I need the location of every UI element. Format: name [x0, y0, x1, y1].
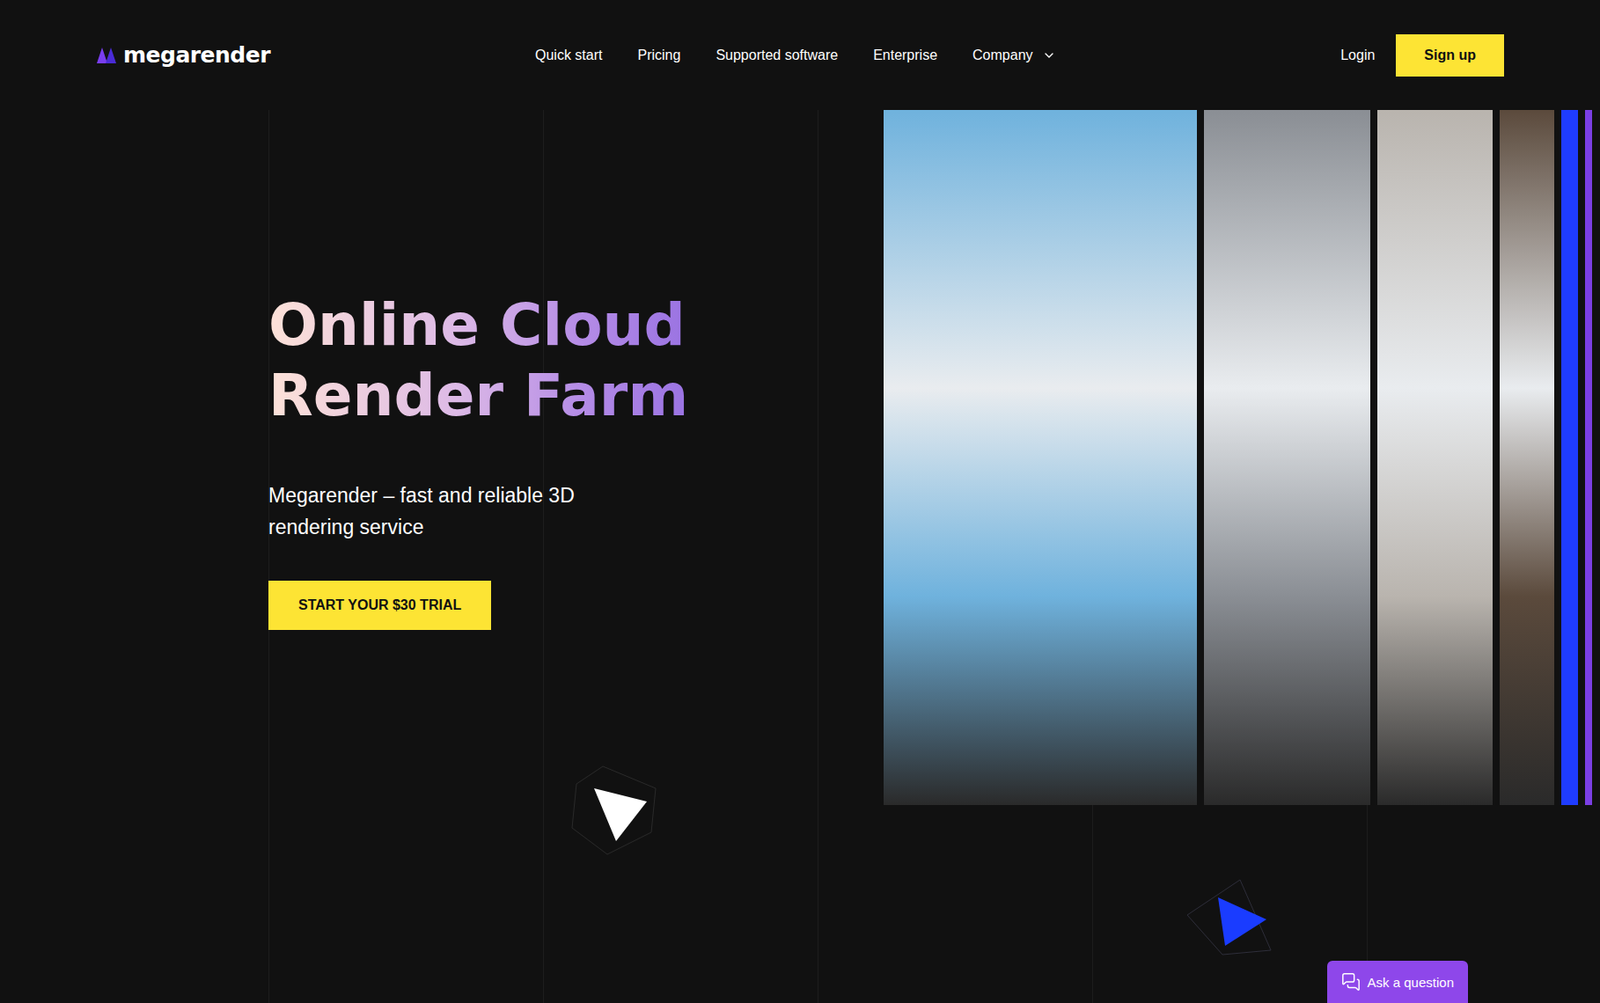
logo-text: megarender [123, 42, 271, 68]
hero-title-line: Render Farm [268, 360, 689, 432]
chevron-down-icon [1042, 48, 1057, 63]
trial-button[interactable]: START YOUR $30 TRIAL [268, 580, 492, 631]
login-link[interactable]: Login [1340, 47, 1375, 64]
hero-text: Online CloudRender Farm Megarender – fast… [0, 110, 884, 859]
gallery-panel [1377, 110, 1493, 806]
gallery-panel [1561, 110, 1578, 806]
blue-triangle-icon [1182, 875, 1280, 964]
chat-icon [1341, 972, 1361, 992]
white-triangle-icon [567, 762, 665, 859]
hero-title: Online CloudRender Farm [268, 290, 689, 432]
nav-item[interactable]: Supported software [715, 47, 838, 64]
auth-group: Login Sign up [1340, 34, 1505, 77]
gallery-panel [1203, 110, 1371, 806]
gallery-panel [1585, 110, 1593, 806]
gallery-panel [1499, 110, 1555, 806]
nav-item[interactable]: Company [972, 47, 1056, 64]
gallery-panel [883, 110, 1197, 806]
nav-item[interactable]: Quick start [535, 47, 602, 64]
hero-title-line: Online Cloud [268, 290, 689, 361]
logo[interactable]: megarender [96, 42, 536, 68]
gallery-strip [883, 110, 1593, 806]
nav-item[interactable]: Enterprise [873, 47, 938, 64]
page: megarender Quick start Pricing Supported so… [0, 0, 1600, 1003]
ask-question-button[interactable]: Ask a question [1327, 961, 1468, 1003]
header: megarender Quick start Pricing Supported so… [0, 0, 1600, 111]
hero: Online CloudRender Farm Megarender – fast… [0, 110, 1600, 1003]
signup-button[interactable]: Sign up [1395, 34, 1505, 77]
logo-icon [96, 45, 118, 66]
nav-item[interactable]: Pricing [637, 47, 681, 64]
gallery [883, 110, 1593, 964]
nav: Quick start Pricing Supported software Ente… [535, 47, 1057, 64]
hero-subtitle: Megarender – fast and reliable 3D render… [268, 479, 630, 544]
